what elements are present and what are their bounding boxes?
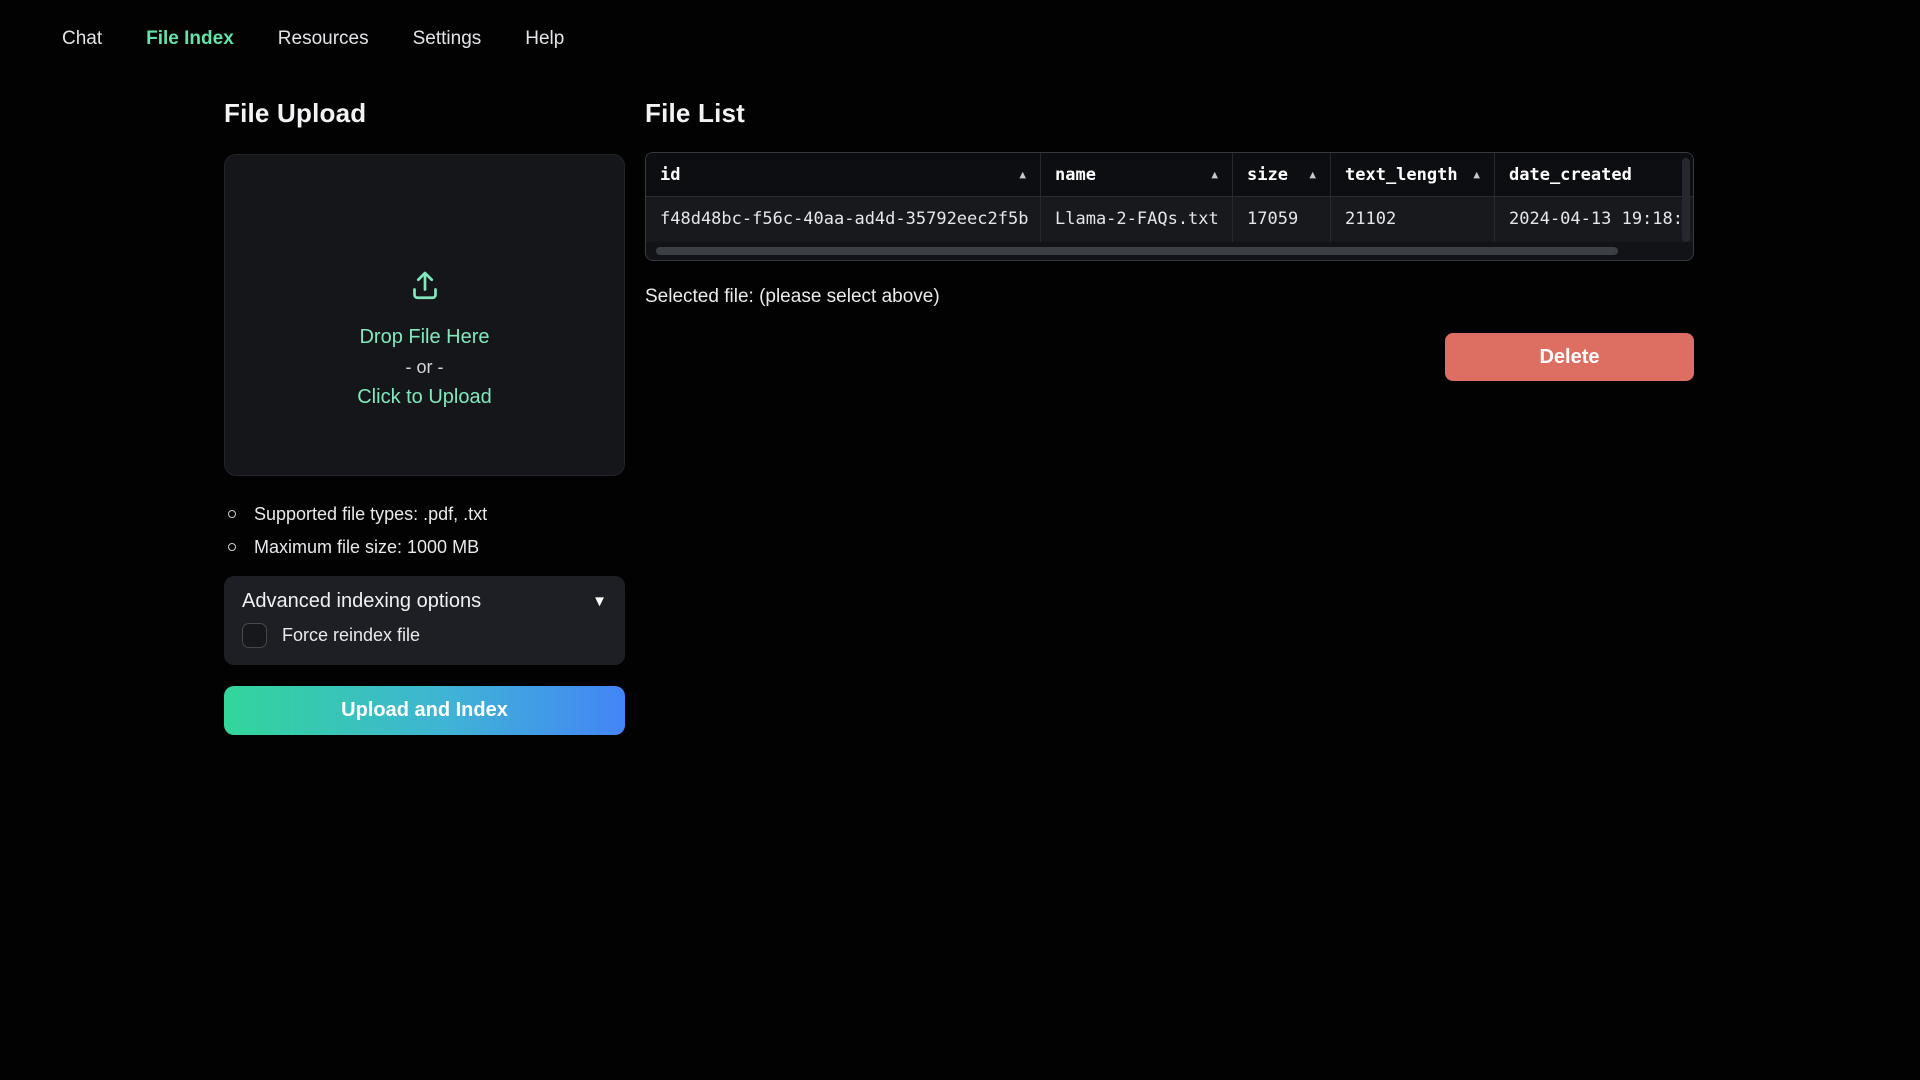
horizontal-scrollbar[interactable] (656, 247, 1618, 255)
force-reindex-row[interactable]: Force reindex file (242, 623, 607, 648)
upload-notes: Supported file types: .pdf, .txt Maximum… (228, 498, 628, 564)
advanced-options-panel: Advanced indexing options ▼ Force reinde… (224, 576, 625, 665)
delete-button[interactable]: Delete (1445, 333, 1694, 381)
upload-icon (407, 267, 443, 308)
column-label: name (1055, 153, 1096, 197)
circle-bullet-icon (228, 543, 236, 551)
selected-file-status: Selected file: (please select above) (645, 286, 940, 308)
circle-bullet-icon (228, 510, 236, 518)
file-list-title: File List (645, 98, 745, 129)
note-supported-types: Supported file types: .pdf, .txt (228, 498, 628, 531)
note-max-size: Maximum file size: 1000 MB (228, 531, 628, 564)
advanced-options-title: Advanced indexing options (242, 590, 481, 613)
note-text: Maximum file size: 1000 MB (254, 537, 479, 557)
click-to-upload-link[interactable]: Click to Upload (357, 382, 492, 412)
file-table: id ▲ name ▲ size ▲ text_length ▲ date_cr… (645, 152, 1694, 261)
column-label: size (1247, 153, 1288, 197)
drop-file-label: Drop File Here (359, 322, 489, 352)
or-label: - or - (406, 352, 444, 382)
force-reindex-label: Force reindex file (282, 625, 420, 646)
column-label: id (660, 153, 680, 197)
column-label: date_created (1509, 153, 1632, 197)
column-label: text_length (1345, 153, 1458, 197)
main-nav: Chat File Index Resources Settings Help (62, 22, 564, 56)
table-header-row: id ▲ name ▲ size ▲ text_length ▲ date_cr… (646, 153, 1694, 197)
sort-asc-icon[interactable]: ▲ (1019, 153, 1026, 197)
column-header-date-created[interactable]: date_created ▲ (1495, 153, 1694, 197)
sort-asc-icon[interactable]: ▲ (1309, 153, 1316, 197)
column-header-id[interactable]: id ▲ (646, 153, 1041, 197)
tab-file-index[interactable]: File Index (146, 22, 234, 56)
chevron-down-icon[interactable]: ▼ (592, 593, 607, 610)
file-dropzone[interactable]: Drop File Here - or - Click to Upload (224, 154, 625, 476)
cell-name[interactable]: Llama-2-FAQs.txt (1041, 197, 1233, 242)
note-text: Supported file types: .pdf, .txt (254, 504, 487, 524)
advanced-options-header[interactable]: Advanced indexing options ▼ (242, 590, 607, 613)
cell-date-created[interactable]: 2024-04-13 19:18: (1495, 197, 1694, 242)
upload-and-index-button[interactable]: Upload and Index (224, 686, 625, 735)
sort-asc-icon[interactable]: ▲ (1473, 153, 1480, 197)
cell-text-length[interactable]: 21102 (1331, 197, 1495, 242)
tab-help[interactable]: Help (525, 22, 564, 56)
column-header-text-length[interactable]: text_length ▲ (1331, 153, 1495, 197)
tab-settings[interactable]: Settings (413, 22, 482, 56)
force-reindex-checkbox[interactable] (242, 623, 267, 648)
cell-size[interactable]: 17059 (1233, 197, 1331, 242)
file-upload-title: File Upload (224, 98, 366, 129)
tab-chat[interactable]: Chat (62, 22, 102, 56)
vertical-scrollbar[interactable] (1682, 158, 1690, 242)
sort-asc-icon[interactable]: ▲ (1211, 153, 1218, 197)
column-header-name[interactable]: name ▲ (1041, 153, 1233, 197)
tab-resources[interactable]: Resources (278, 22, 369, 56)
cell-id[interactable]: f48d48bc-f56c-40aa-ad4d-35792eec2f5b (646, 197, 1041, 242)
column-header-size[interactable]: size ▲ (1233, 153, 1331, 197)
table-row[interactable]: f48d48bc-f56c-40aa-ad4d-35792eec2f5b Lla… (646, 197, 1694, 242)
